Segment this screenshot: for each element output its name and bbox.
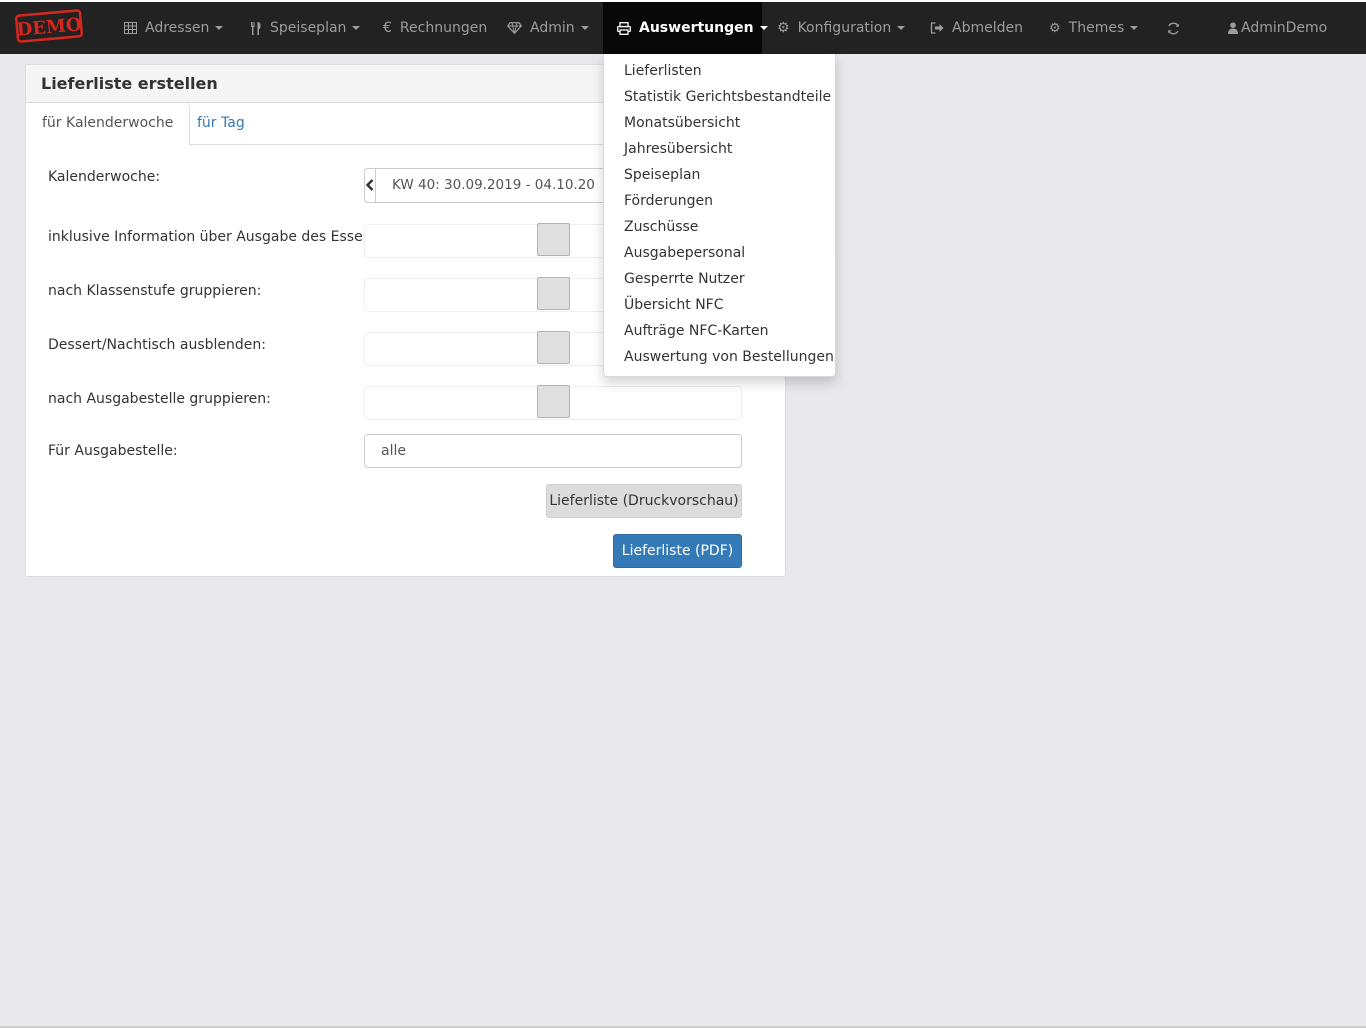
tab-tag[interactable]: für Tag [181, 103, 261, 145]
nav-rechnungen[interactable]: € Rechnungen [373, 2, 497, 54]
menu-item-ausgabepersonal[interactable]: Ausgabepersonal [604, 241, 835, 267]
nav-admin[interactable]: Admin [497, 2, 599, 54]
menu-item-auswertung-bestellungen[interactable]: Auswertung von Bestellungen [604, 345, 835, 371]
option-label-klassenstufe: nach Klassenstufe gruppieren: [48, 283, 262, 299]
diamond-icon [507, 22, 522, 34]
week-prev-button[interactable] [365, 169, 376, 202]
print-icon [617, 21, 631, 35]
menu-item-foerderungen[interactable]: Förderungen [604, 189, 835, 215]
logout-icon [930, 22, 944, 34]
user-icon [1228, 22, 1238, 34]
cogs-icon: ⚙ [1049, 20, 1061, 36]
toggle-ausgabestelle[interactable] [364, 385, 742, 420]
option-label-ausgabe-info: inklusive Information über Ausgabe des E… [48, 229, 384, 245]
gear-icon: ⚙ [777, 20, 790, 36]
nav-abmelden[interactable]: Abmelden [920, 2, 1033, 54]
pdf-button[interactable]: Lieferliste (PDF) [613, 534, 742, 568]
auswertungen-dropdown: Lieferlisten Statistik Gerichtsbestandte… [603, 54, 836, 377]
week-value[interactable]: KW 40: 30.09.2019 - 04.10.20 [376, 169, 603, 202]
menu-item-uebersicht-nfc[interactable]: Übersicht NFC [604, 293, 835, 319]
nav-auswertungen-label: Auswertungen [639, 20, 754, 36]
euro-icon: € [383, 20, 392, 36]
outlet-label: Für Ausgabestelle: [48, 443, 178, 459]
option-label-dessert: Dessert/Nachtisch ausblenden: [48, 337, 266, 353]
caret-down-icon [897, 26, 906, 30]
nav-auswertungen[interactable]: Auswertungen [603, 2, 768, 54]
menu-item-lieferlisten[interactable]: Lieferlisten [604, 59, 835, 85]
nav-konfiguration-label: Konfiguration [797, 20, 892, 36]
toggle-knob[interactable] [537, 277, 570, 310]
outlet-select[interactable]: alle [364, 434, 742, 468]
nav-refresh[interactable] [1157, 2, 1190, 54]
nav-adressen-label: Adressen [145, 20, 210, 36]
nav-adressen[interactable]: Adressen [114, 2, 233, 54]
menu-item-gesperrte-nutzer[interactable]: Gesperrte Nutzer [604, 267, 835, 293]
menu-item-jahresuebersicht[interactable]: Jahresübersicht [604, 137, 835, 163]
chevron-left-icon [365, 176, 375, 195]
menu-item-auftraege-nfc[interactable]: Aufträge NFC-Karten [604, 319, 835, 345]
cutlery-icon [250, 21, 262, 35]
menu-item-statistik[interactable]: Statistik Gerichtsbestandteile [604, 85, 835, 111]
nav-speiseplan[interactable]: Speiseplan [240, 2, 370, 54]
nav-admin-label: Admin [530, 20, 575, 36]
nav-speiseplan-label: Speiseplan [270, 20, 347, 36]
menu-item-speiseplan[interactable]: Speiseplan [604, 163, 835, 189]
toggle-knob[interactable] [537, 331, 570, 364]
caret-down-icon [352, 26, 361, 30]
week-picker: KW 40: 30.09.2019 - 04.10.20 [364, 168, 604, 203]
toggle-knob[interactable] [537, 223, 570, 256]
nav-user[interactable]: AdminDemo [1218, 2, 1337, 54]
week-label: Kalenderwoche: [48, 169, 161, 185]
nav-konfiguration[interactable]: ⚙ Konfiguration [767, 2, 915, 54]
caret-down-icon [1130, 26, 1139, 30]
demo-logo[interactable]: DEMO [14, 9, 84, 43]
tab-kalenderwoche[interactable]: für Kalenderwoche [26, 103, 191, 146]
menu-item-monatsuebersicht[interactable]: Monatsübersicht [604, 111, 835, 137]
table-icon [124, 22, 137, 34]
caret-down-icon [580, 26, 589, 30]
nav-abmelden-label: Abmelden [952, 20, 1023, 36]
nav-themes-label: Themes [1068, 20, 1125, 36]
toggle-knob[interactable] [537, 385, 570, 418]
option-label-ausgabestelle: nach Ausgabestelle gruppieren: [48, 391, 271, 407]
refresh-icon [1167, 22, 1180, 35]
preview-button[interactable]: Lieferliste (Druckvorschau) [546, 484, 742, 518]
caret-down-icon [215, 26, 224, 30]
navbar: DEMO Adressen Speiseplan € Rechnungen Ad… [0, 0, 1366, 54]
nav-user-label: AdminDemo [1241, 20, 1328, 36]
nav-themes[interactable]: ⚙ Themes [1039, 2, 1148, 54]
menu-item-zuschuesse[interactable]: Zuschüsse [604, 215, 835, 241]
nav-rechnungen-label: Rechnungen [399, 20, 488, 36]
